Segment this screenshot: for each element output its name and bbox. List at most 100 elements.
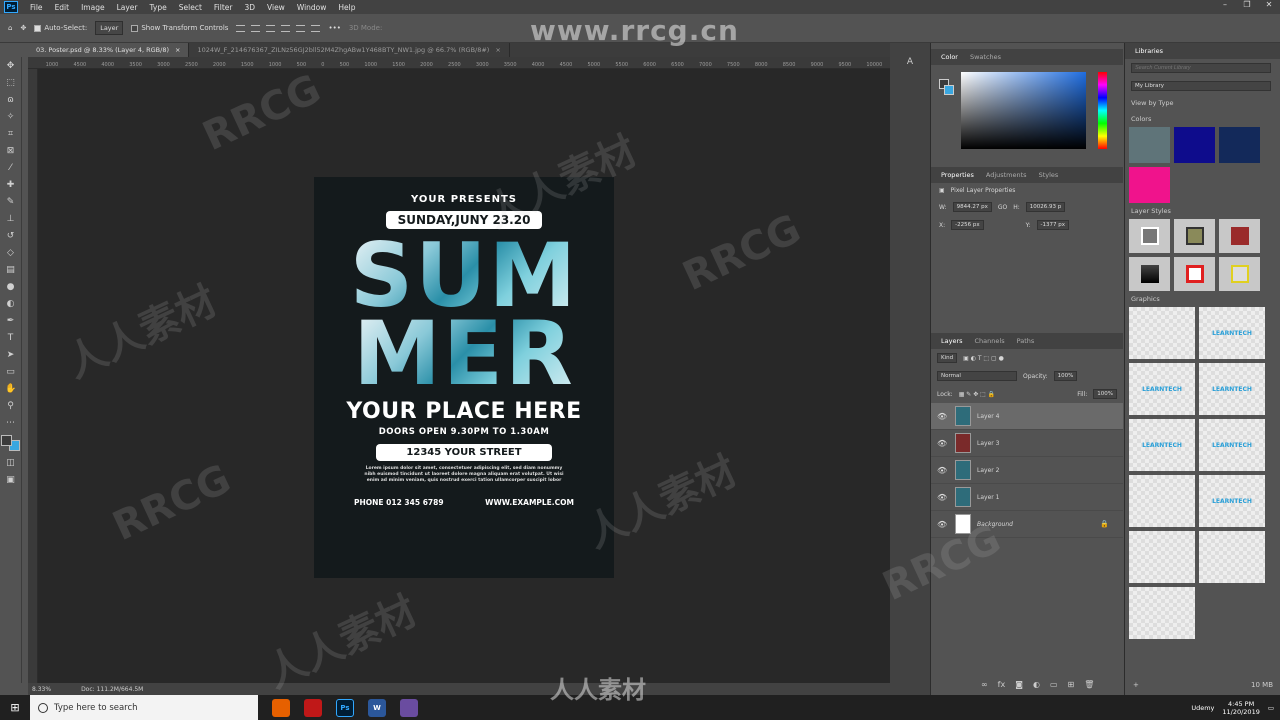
graphic-item[interactable]	[1129, 531, 1195, 583]
tab-color[interactable]: Color	[935, 53, 964, 61]
notification-icon[interactable]: ▭	[1268, 704, 1274, 712]
opacity-field[interactable]: 100%	[1053, 371, 1078, 381]
visibility-eye-icon[interactable]: 👁	[937, 412, 949, 421]
visibility-eye-icon[interactable]: 👁	[937, 466, 949, 475]
move-tool-icon[interactable]: ✥	[20, 24, 26, 32]
link-layers-icon[interactable]: ∞	[981, 680, 988, 689]
udemy-label[interactable]: Udemy	[1191, 704, 1214, 712]
app-icon[interactable]	[400, 698, 418, 717]
hand-tool-icon[interactable]: ✋	[5, 384, 16, 394]
more-tools-icon[interactable]: ⋯	[5, 418, 16, 428]
word-icon[interactable]: W	[368, 698, 386, 717]
lock-icons[interactable]: ▦ ✎ ✥ ⬚ 🔒	[959, 391, 996, 398]
fill-field[interactable]: 100%	[1093, 389, 1117, 399]
layer-row[interactable]: 👁 Layer 4	[931, 403, 1123, 430]
tab-swatches[interactable]: Swatches	[964, 53, 1007, 61]
color-swatches[interactable]	[1, 435, 20, 451]
align-icon[interactable]	[251, 24, 261, 32]
library-search-input[interactable]	[1131, 63, 1271, 73]
foreground-color-swatch[interactable]	[1, 435, 12, 446]
library-color-swatch[interactable]	[1219, 127, 1260, 163]
crop-tool-icon[interactable]: ⌗	[5, 129, 16, 139]
menu-select[interactable]: Select	[173, 3, 208, 12]
poster-document[interactable]: YOUR PRESENTS SUNDAY,JUNY 23.20 SUM MER …	[314, 177, 614, 578]
minimize-icon[interactable]: –	[1214, 0, 1236, 9]
brush-tool-icon[interactable]: ✎	[5, 197, 16, 207]
photoshop-logo-icon[interactable]: Ps	[4, 1, 18, 13]
eyedropper-tool-icon[interactable]: ⁄	[5, 163, 16, 173]
graphics-heading[interactable]: Graphics	[1125, 291, 1280, 307]
frame-tool-icon[interactable]: ⊠	[5, 146, 16, 156]
history-brush-tool-icon[interactable]: ↺	[5, 231, 16, 241]
mask-icon[interactable]: ◙	[1015, 680, 1023, 689]
menu-3d[interactable]: 3D	[238, 3, 261, 12]
photoshop-taskbar-icon[interactable]: Ps	[336, 698, 354, 717]
layer-row[interactable]: 👁 Layer 1	[931, 484, 1123, 511]
gradient-tool-icon[interactable]: ▤	[5, 265, 16, 275]
colors-heading[interactable]: Colors	[1125, 111, 1280, 127]
layer-style-item[interactable]	[1129, 257, 1170, 291]
graphic-item[interactable]	[1199, 531, 1265, 583]
eraser-tool-icon[interactable]: ◇	[5, 248, 16, 258]
view-by-dropdown[interactable]: View by Type	[1131, 99, 1173, 107]
firefox-icon[interactable]	[272, 698, 290, 717]
doc-tab-poster[interactable]: 03. Poster.psd @ 8.33% (Layer 4, RGB/8) …	[28, 43, 190, 57]
graphic-item[interactable]: LEARNTECH	[1129, 363, 1195, 415]
transform-controls-checkbox[interactable]: Show Transform Controls	[131, 24, 228, 32]
screen-mode-icon[interactable]: ▣	[5, 475, 16, 485]
height-field[interactable]: 10026.93 p	[1025, 202, 1066, 212]
fx-icon[interactable]: fx	[998, 680, 1006, 689]
maximize-icon[interactable]: ❐	[1236, 0, 1258, 9]
dodge-tool-icon[interactable]: ◐	[5, 299, 16, 309]
taskbar-search[interactable]: Type here to search	[30, 695, 258, 720]
align-icon[interactable]	[296, 24, 306, 32]
layer-style-item[interactable]	[1219, 219, 1260, 253]
tab-paths[interactable]: Paths	[1011, 337, 1041, 345]
shape-tool-icon[interactable]: ▭	[5, 367, 16, 377]
link-icon[interactable]: GO	[998, 204, 1007, 211]
menu-layer[interactable]: Layer	[111, 3, 144, 12]
close-icon[interactable]: ✕	[1258, 0, 1280, 9]
trash-icon[interactable]: 🗑	[1084, 680, 1094, 689]
marquee-tool-icon[interactable]: ⬚	[5, 78, 16, 88]
align-icon[interactable]	[311, 24, 321, 32]
graphic-item[interactable]: LEARNTECH	[1129, 419, 1195, 471]
quick-mask-icon[interactable]: ◫	[5, 458, 16, 468]
graphic-item[interactable]: LEARNTECH	[1199, 475, 1265, 527]
add-icon[interactable]: +	[1133, 681, 1139, 689]
width-field[interactable]: 9844.27 px	[952, 202, 992, 212]
graphic-item[interactable]	[1129, 307, 1195, 359]
graphic-item[interactable]	[1129, 587, 1195, 639]
library-dropdown[interactable]: My Library	[1131, 81, 1271, 91]
clock[interactable]: 4:45 PM 11/20/2019	[1222, 700, 1259, 716]
app-icon[interactable]	[304, 698, 322, 717]
align-icon[interactable]	[236, 24, 246, 32]
menu-type[interactable]: Type	[144, 3, 173, 12]
tab-styles[interactable]: Styles	[1033, 171, 1065, 179]
tab-channels[interactable]: Channels	[969, 337, 1011, 345]
menu-window[interactable]: Window	[291, 3, 333, 12]
move-tool-icon[interactable]: ✥	[5, 61, 16, 71]
windows-start-icon[interactable]: ⊞	[0, 701, 30, 714]
character-panel-icon[interactable]: A	[900, 57, 920, 71]
lock-icon[interactable]: 🔒	[1100, 520, 1109, 528]
stamp-tool-icon[interactable]: ⊥	[5, 214, 16, 224]
layer-row[interactable]: 👁 Layer 2	[931, 457, 1123, 484]
x-field[interactable]: -2256 px	[951, 220, 984, 230]
graphic-item[interactable]: LEARNTECH	[1199, 307, 1265, 359]
y-field[interactable]: -1377 px	[1036, 220, 1069, 230]
blur-tool-icon[interactable]: ●	[5, 282, 16, 292]
library-color-swatch[interactable]	[1174, 127, 1215, 163]
home-icon[interactable]: ⌂	[8, 24, 12, 32]
visibility-eye-icon[interactable]: 👁	[937, 520, 949, 529]
blend-mode-dropdown[interactable]: Normal	[937, 371, 1017, 381]
menu-help[interactable]: Help	[332, 3, 361, 12]
library-color-swatch[interactable]	[1129, 127, 1170, 163]
zoom-level[interactable]: 8.33%	[32, 686, 51, 693]
color-picker-field[interactable]	[961, 72, 1086, 149]
graphic-item[interactable]	[1129, 475, 1195, 527]
align-icon[interactable]	[266, 24, 276, 32]
auto-select-target-dropdown[interactable]: Layer	[95, 21, 124, 35]
menu-image[interactable]: Image	[75, 3, 111, 12]
tab-layers[interactable]: Layers	[935, 337, 969, 345]
